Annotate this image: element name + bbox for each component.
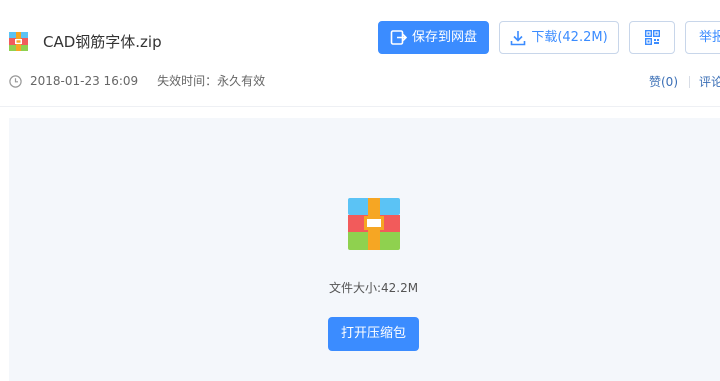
save-to-cloud-icon — [390, 30, 407, 45]
download-button[interactable]: 下载(42.2M) — [499, 21, 619, 54]
upload-date: 2018-01-23 16:09 — [30, 74, 139, 88]
report-button[interactable]: 举报 — [685, 21, 720, 54]
file-header: CAD钢筋字体.zip 保存到网盘 下载(42.2M) 举报 2018-01-2… — [0, 0, 720, 107]
clock-icon — [9, 74, 22, 88]
file-name: CAD钢筋字体.zip — [43, 33, 162, 51]
expire-value: 永久有效 — [217, 74, 266, 88]
zip-archive-icon — [348, 198, 400, 250]
save-to-cloud-button[interactable]: 保存到网盘 — [378, 21, 489, 54]
report-button-label: 举报 — [699, 30, 720, 45]
zip-file-icon — [9, 32, 28, 51]
file-size-row: 文件大小:42.2M — [0, 280, 720, 296]
qr-code-icon — [644, 30, 660, 45]
comment-link[interactable]: 评论 — [699, 74, 720, 90]
download-button-label: 下载(42.2M) — [531, 30, 608, 45]
expire-label: 失效时间： — [157, 74, 218, 88]
save-button-label: 保存到网盘 — [411, 30, 477, 45]
download-icon — [511, 30, 526, 45]
file-size: 文件大小:42.2M — [328, 281, 419, 295]
open-archive-button[interactable]: 打开压缩包 — [328, 317, 419, 351]
qr-code-button[interactable] — [629, 21, 675, 54]
file-meta: 2018-01-23 16:09 失效时间： 永久有效 — [9, 73, 265, 89]
divider — [689, 76, 690, 88]
like-link[interactable]: 赞(0) — [649, 74, 678, 90]
